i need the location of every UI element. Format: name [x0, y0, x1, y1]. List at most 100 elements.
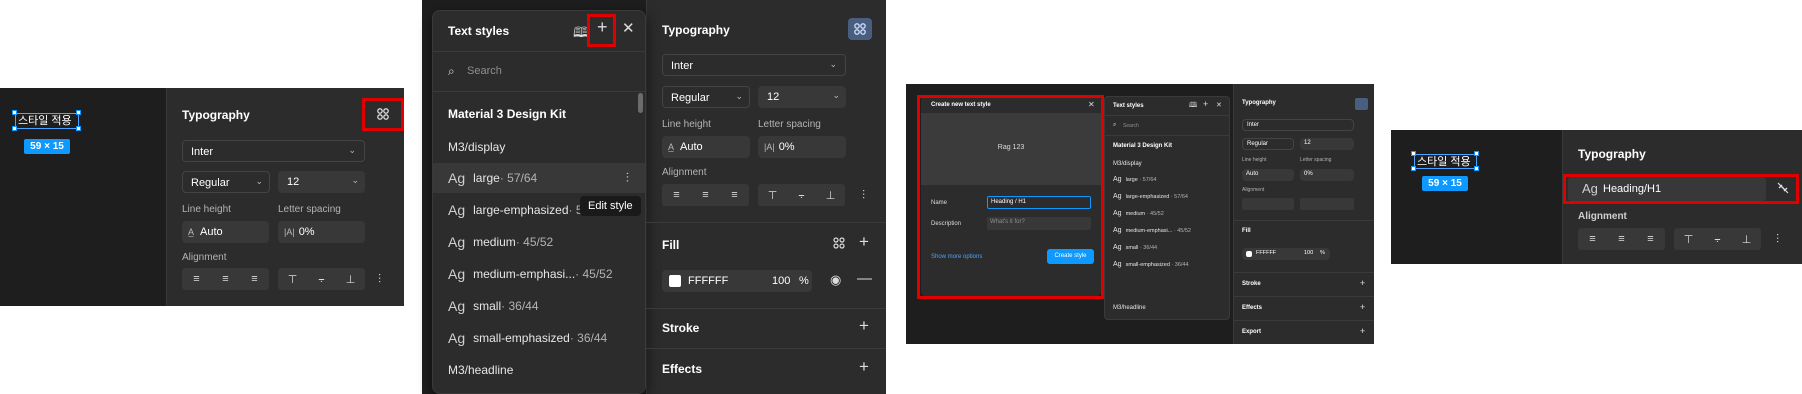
library-book-icon[interactable]: 🕮 — [1189, 101, 1197, 112]
search-input[interactable]: Search — [467, 65, 502, 77]
align-top-icon[interactable]: ⊤ — [758, 184, 787, 206]
align-center-icon[interactable]: ≡ — [1607, 228, 1636, 250]
style-item[interactable]: Ag medium-emphasi... · 45/52 — [433, 259, 645, 289]
align-center-icon[interactable]: ≡ — [211, 268, 240, 290]
type-settings-icon[interactable]: ⫶ — [378, 272, 381, 287]
font-family-value: Inter — [191, 146, 214, 158]
step2-line-height-input[interactable]: A̲ Auto — [662, 136, 750, 158]
step1-font-family-select[interactable]: Inter ⌄ — [182, 140, 365, 162]
add-effect-plus-icon[interactable]: + — [859, 357, 869, 377]
step1-letter-spacing-input[interactable]: |A| 0% — [278, 221, 365, 243]
align-bottom-icon[interactable]: ⊥ — [336, 268, 365, 290]
resize-handle[interactable] — [76, 126, 81, 131]
edit-style-icon[interactable]: ⫶ — [626, 170, 629, 186]
align-top-icon[interactable]: ⊤ — [278, 268, 307, 290]
add-fill-plus-icon[interactable]: + — [859, 232, 869, 252]
letter-spacing-value: 0% — [1304, 171, 1313, 177]
align-bottom-icon[interactable]: ⊥ — [1732, 228, 1761, 250]
remove-fill-icon[interactable]: — — [857, 270, 872, 287]
align-left-icon[interactable]: ≡ — [662, 184, 691, 206]
step2-font-weight-select[interactable]: Regular ⌄ — [662, 86, 750, 108]
resize-handle[interactable] — [1474, 166, 1479, 171]
style-name: small-emphasized — [1125, 262, 1170, 268]
align-center-icon[interactable]: ≡ — [691, 184, 720, 206]
style-item[interactable]: Ag medium · 45/52 — [1113, 210, 1164, 217]
resize-handle[interactable] — [1411, 166, 1416, 171]
step1-selected-text-layer[interactable]: 스타일 적용 — [15, 113, 79, 129]
style-item[interactable]: Ag large · 57/64 — [1113, 176, 1156, 183]
align-right-icon[interactable]: ≡ — [720, 184, 749, 206]
step4-typography-title: Typography — [1578, 147, 1646, 161]
style-meta: · 36/44 — [1169, 262, 1189, 268]
step1-font-size-input[interactable]: 12 ⌄ — [278, 171, 365, 193]
fill-swatch[interactable] — [669, 275, 681, 287]
create-style-plus-icon[interactable]: + — [1203, 99, 1208, 109]
type-settings-icon[interactable]: ⫶ — [1776, 232, 1779, 247]
type-settings-icon[interactable]: ⫶ — [862, 188, 865, 203]
step1-line-height-input[interactable]: A̲ Auto — [182, 221, 269, 243]
step2-font-size-input[interactable]: 12 ⌄ — [758, 86, 846, 108]
ag-glyph: Ag — [1113, 176, 1122, 183]
style-item[interactable]: Ag medium · 45/52 — [433, 227, 645, 257]
style-meta: · 36/44 — [569, 331, 608, 345]
step2-fill-row[interactable]: FFFFFF 100 % — [662, 270, 812, 292]
style-name: medium — [473, 235, 516, 249]
step3-letter-spacing-input[interactable]: 0% — [1300, 169, 1354, 181]
step1-font-weight-select[interactable]: Regular ⌄ — [182, 171, 270, 193]
ag-glyph: Ag — [448, 266, 466, 282]
align-top-icon[interactable]: ⊤ — [1674, 228, 1703, 250]
style-item[interactable]: Ag small-emphasized · 36/44 — [433, 323, 645, 353]
resize-handle[interactable] — [76, 110, 81, 115]
font-weight-value: Regular — [671, 92, 710, 104]
resize-handle[interactable] — [1474, 151, 1479, 156]
step2-letter-spacing-input[interactable]: |A| 0% — [758, 136, 846, 158]
style-item[interactable]: Ag medium-emphasi... · 45/52 — [1113, 227, 1191, 234]
align-bottom-icon[interactable]: ⊥ — [816, 184, 845, 206]
resize-handle[interactable] — [12, 110, 17, 115]
align-middle-icon[interactable]: ⨪ — [307, 268, 336, 290]
step2-font-family-select[interactable]: Inter ⌄ — [662, 54, 846, 76]
align-right-icon[interactable]: ≡ — [240, 268, 269, 290]
style-item[interactable]: Ag small · 36/44 — [433, 291, 645, 321]
library-name: Material 3 Design Kit — [1113, 143, 1173, 149]
align-middle-icon[interactable]: ⨪ — [787, 184, 816, 206]
add-stroke-plus-icon[interactable]: + — [1360, 278, 1365, 288]
step3-horizontal-align-group[interactable] — [1242, 198, 1294, 210]
style-name: medium-emphasi... — [473, 267, 576, 281]
style-item[interactable]: Ag small · 36/44 — [1113, 244, 1157, 251]
eye-icon[interactable]: ◉ — [830, 272, 841, 288]
fill-swatch[interactable] — [1246, 251, 1252, 257]
align-middle-icon[interactable]: ⨪ — [1703, 228, 1732, 250]
step3-font-family-select[interactable]: Inter — [1242, 119, 1354, 131]
four-dots-icon[interactable] — [1355, 98, 1368, 110]
step4-selected-text-layer[interactable]: 스타일 적용 — [1414, 154, 1477, 169]
close-icon[interactable]: ✕ — [622, 19, 635, 37]
step3-fill-row[interactable]: FFFFFF 100 % — [1242, 248, 1330, 260]
step3-font-size-input[interactable]: 12 — [1300, 138, 1354, 150]
resize-handle[interactable] — [1411, 151, 1416, 156]
add-export-plus-icon[interactable]: + — [1360, 326, 1365, 336]
step3-font-weight-select[interactable]: Regular — [1242, 138, 1294, 150]
align-right-icon[interactable]: ≡ — [1636, 228, 1665, 250]
close-icon[interactable]: ✕ — [1216, 101, 1222, 109]
style-item[interactable]: Ag small-emphasized · 36/44 — [1113, 261, 1189, 268]
four-dots-icon[interactable] — [848, 18, 872, 40]
add-effect-plus-icon[interactable]: + — [1360, 302, 1365, 312]
align-left-icon[interactable]: ≡ — [182, 268, 211, 290]
style-item[interactable]: Ag large · 57/64 ⫶ — [433, 163, 645, 193]
resize-handle[interactable] — [12, 126, 17, 131]
divider — [1233, 272, 1374, 273]
add-stroke-plus-icon[interactable]: + — [859, 316, 869, 336]
fill-opacity: 100 — [1304, 250, 1314, 256]
style-meta: · 45/52 — [575, 267, 613, 281]
search-input[interactable]: Search — [1123, 123, 1139, 129]
chevron-down-icon: ⌄ — [255, 176, 263, 186]
step3-vertical-align-group[interactable] — [1300, 198, 1354, 210]
four-dots-icon[interactable] — [832, 236, 846, 250]
scrollbar[interactable] — [638, 93, 643, 113]
step3-line-height-input[interactable]: Auto — [1242, 169, 1294, 181]
align-left-icon[interactable]: ≡ — [1578, 228, 1607, 250]
style-item[interactable]: Ag large-emphasized · 57/64 — [1113, 193, 1188, 200]
style-meta: · 45/52 — [515, 235, 554, 249]
letter-spacing-value: 0% — [298, 226, 315, 238]
